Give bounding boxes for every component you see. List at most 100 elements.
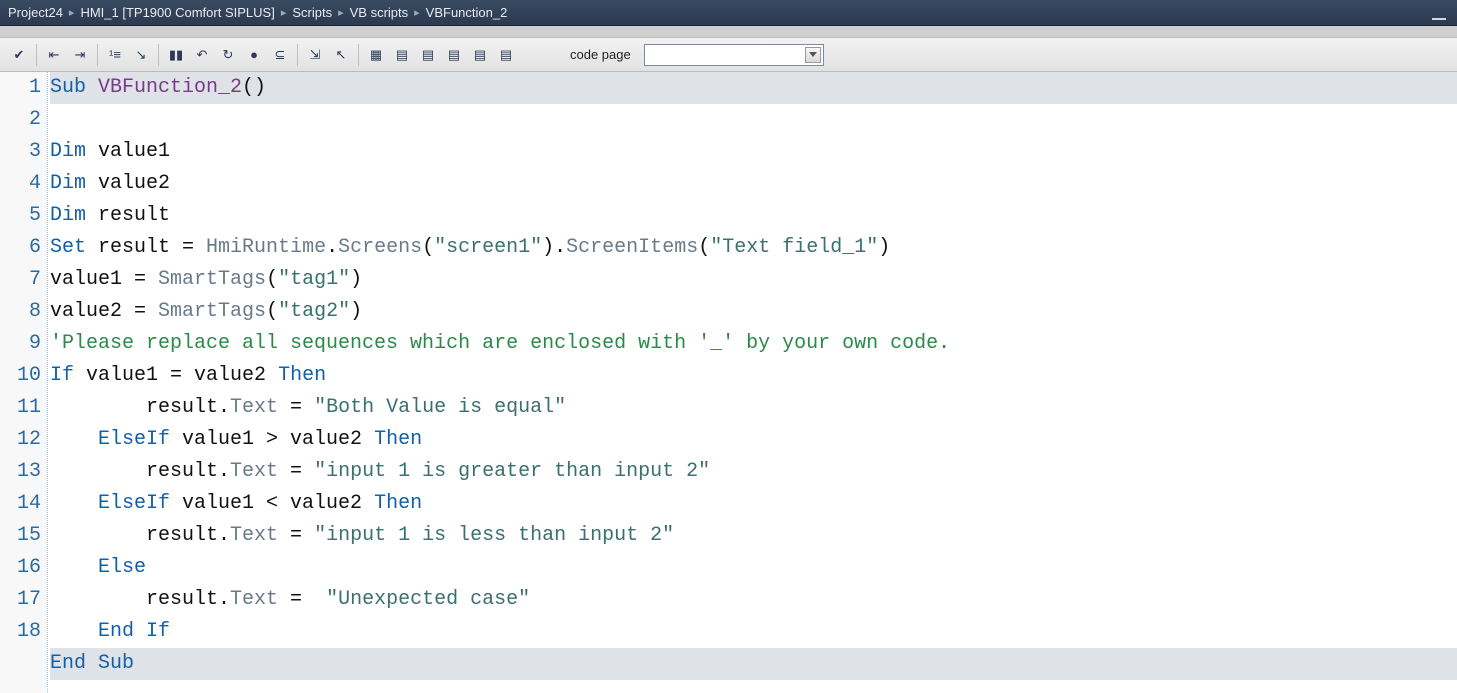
code-line[interactable]: ElseIf value1 < value2 Then: [50, 492, 422, 515]
code-line[interactable]: result.Text = "input 1 is greater than i…: [50, 460, 710, 483]
toggle-signature-button[interactable]: ↘: [128, 42, 154, 68]
token-txt: =: [278, 460, 314, 483]
token-txt: (: [698, 236, 710, 259]
token-str: "screen1": [434, 236, 542, 259]
token-txt: (: [422, 236, 434, 259]
breadcrumb-item[interactable]: Project24: [8, 5, 63, 20]
code-line[interactable]: result.Text = "input 1 is less than inpu…: [50, 524, 674, 547]
line-number: 14: [0, 488, 41, 520]
chevron-down-icon[interactable]: [805, 47, 821, 63]
token-txt: [50, 492, 98, 515]
token-txt: result.: [50, 460, 230, 483]
indent-in-button[interactable]: ⇤: [41, 42, 67, 68]
toolbar-separator: [36, 44, 37, 66]
script-1-button[interactable]: ▤: [389, 42, 415, 68]
code-line[interactable]: ElseIf value1 > value2 Then: [50, 428, 422, 451]
script-3-button[interactable]: ▤: [441, 42, 467, 68]
token-kw: Set: [50, 236, 86, 259]
token-kw: Dim: [50, 204, 86, 227]
toolbar-separator: [297, 44, 298, 66]
step-over-button[interactable]: ↻: [215, 42, 241, 68]
token-obj: ScreenItems: [566, 236, 698, 259]
code-line[interactable]: Else: [50, 556, 146, 579]
breadcrumb-item[interactable]: VBFunction_2: [426, 5, 508, 20]
toolbar-separator: [97, 44, 98, 66]
pointer-button[interactable]: ↖: [328, 42, 354, 68]
code-line[interactable]: Dim result: [50, 204, 170, 227]
script-2-button[interactable]: ▤: [415, 42, 441, 68]
token-txt: (: [266, 300, 278, 323]
line-number: 8: [0, 296, 41, 328]
token-kw: Then: [374, 428, 422, 451]
code-line[interactable]: Dim value2: [50, 172, 170, 195]
code-line[interactable]: value1 = SmartTags("tag1"): [50, 268, 362, 291]
token-fn: VBFunction_2: [98, 76, 242, 99]
sub-bar: [0, 26, 1457, 38]
toggle-breakpoint-button[interactable]: ●: [241, 42, 267, 68]
code-line[interactable]: Set result = HmiRuntime.Screens("screen1…: [50, 236, 890, 259]
token-str: "Both Value is equal": [314, 396, 566, 419]
toolbar-buttons: ✔⇤⇥¹≡↘▮▮↶↻●⊆⇲↖▦▤▤▤▤▤: [6, 42, 519, 68]
token-txt: value1 = value2: [74, 364, 278, 387]
token-txt: value1 < value2: [170, 492, 374, 515]
token-txt: (): [242, 76, 266, 99]
token-txt: ).: [542, 236, 566, 259]
token-obj: HmiRuntime: [206, 236, 326, 259]
token-txt: (: [266, 268, 278, 291]
token-kw: Then: [374, 492, 422, 515]
token-obj: Text: [230, 460, 278, 483]
goto-def-button[interactable]: ⇲: [302, 42, 328, 68]
token-obj: SmartTags: [158, 300, 266, 323]
line-number: 12: [0, 424, 41, 456]
token-obj: Text: [230, 588, 278, 611]
code-line[interactable]: result.Text = "Both Value is equal": [50, 396, 566, 419]
token-txt: value2: [86, 172, 170, 195]
codepage-label: code page: [570, 47, 631, 62]
breadcrumb[interactable]: Project24 ▸ HMI_1 [TP1900 Comfort SIPLUS…: [8, 5, 507, 20]
code-line[interactable]: End If: [50, 620, 170, 643]
token-str: "tag2": [278, 300, 350, 323]
line-number: 9: [0, 328, 41, 360]
code-line[interactable]: 'Please replace all sequences which are …: [50, 332, 950, 355]
object-browser-button[interactable]: ▦: [363, 42, 389, 68]
token-str: "Text field_1": [710, 236, 878, 259]
step-into-button[interactable]: ↶: [189, 42, 215, 68]
codepage-select[interactable]: [644, 44, 824, 66]
code-area[interactable]: Sub VBFunction_2() Dim value1 Dim value2…: [48, 72, 1457, 693]
pause-button[interactable]: ▮▮: [163, 42, 189, 68]
token-txt: =: [278, 396, 314, 419]
token-str: "Unexpected case": [326, 588, 530, 611]
breadcrumb-item[interactable]: HMI_1 [TP1900 Comfort SIPLUS]: [80, 5, 274, 20]
breadcrumb-item[interactable]: VB scripts: [350, 5, 409, 20]
breadcrumb-item[interactable]: Scripts: [292, 5, 332, 20]
line-gutter: 123456789101112131415161718: [0, 72, 48, 693]
token-kw: Dim: [50, 140, 86, 163]
code-line[interactable]: value2 = SmartTags("tag2"): [50, 300, 362, 323]
code-editor[interactable]: 123456789101112131415161718 Sub VBFuncti…: [0, 72, 1457, 693]
token-str: "input 1 is greater than input 2": [314, 460, 710, 483]
code-line[interactable]: Dim value1: [50, 140, 170, 163]
code-line[interactable]: If value1 = value2 Then: [50, 364, 326, 387]
token-kw: ElseIf: [98, 492, 170, 515]
code-line[interactable]: End Sub: [50, 648, 1457, 680]
toggle-outline-button[interactable]: ¹≡: [102, 42, 128, 68]
step-condition-button[interactable]: ⊆: [267, 42, 293, 68]
code-line[interactable]: Sub VBFunction_2(): [50, 72, 1457, 104]
token-txt: value2 =: [50, 300, 158, 323]
minimize-button[interactable]: [1429, 4, 1449, 20]
token-txt: result: [86, 204, 170, 227]
token-txt: [50, 620, 98, 643]
token-txt: [50, 428, 98, 451]
token-kw: ElseIf: [98, 428, 170, 451]
script-4-button[interactable]: ▤: [467, 42, 493, 68]
chevron-right-icon: ▸: [338, 6, 344, 19]
chevron-right-icon: ▸: [69, 6, 75, 19]
script-5-button[interactable]: ▤: [493, 42, 519, 68]
code-line[interactable]: result.Text = "Unexpected case": [50, 588, 530, 611]
line-number: 16: [0, 552, 41, 584]
line-number: 10: [0, 360, 41, 392]
indent-out-button[interactable]: ⇥: [67, 42, 93, 68]
line-number: 4: [0, 168, 41, 200]
chevron-right-icon: ▸: [281, 6, 287, 19]
syntax-check-button[interactable]: ✔: [6, 42, 32, 68]
